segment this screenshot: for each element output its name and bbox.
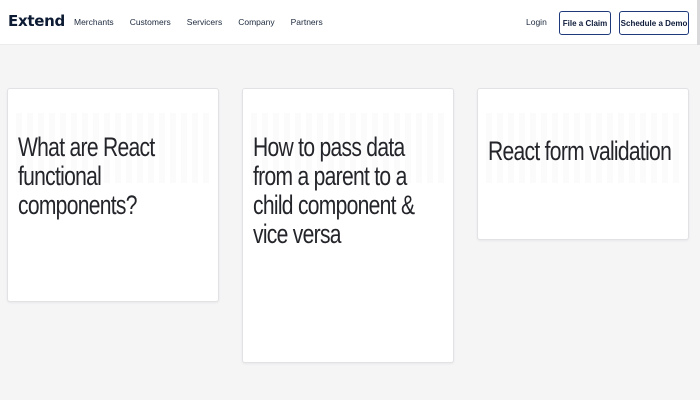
article-card-title[interactable]: What are React functional components? (18, 133, 209, 220)
nav-item-servicers[interactable]: Servicers (187, 17, 222, 27)
article-card[interactable]: What are React functional components? (7, 88, 219, 302)
article-card[interactable]: React form validation (477, 88, 689, 240)
schedule-a-demo-button[interactable]: Schedule a Demo (619, 11, 689, 35)
login-link[interactable]: Login (526, 17, 547, 27)
nav-item-merchants[interactable]: Merchants (74, 17, 114, 27)
main-nav: Merchants Customers Servicers Company Pa… (74, 17, 339, 27)
nav-item-customers[interactable]: Customers (130, 17, 171, 27)
top-navigation-bar: Extend Merchants Customers Servicers Com… (0, 0, 700, 45)
article-card[interactable]: How to pass data from a parent to a chil… (242, 88, 454, 363)
nav-item-company[interactable]: Company (238, 17, 274, 27)
article-card-title[interactable]: How to pass data from a parent to a chil… (253, 133, 444, 249)
article-card-title[interactable]: React form validation (488, 137, 679, 166)
file-a-claim-button[interactable]: File a Claim (559, 11, 611, 35)
nav-item-partners[interactable]: Partners (291, 17, 323, 27)
extend-logo[interactable]: Extend (8, 12, 65, 30)
